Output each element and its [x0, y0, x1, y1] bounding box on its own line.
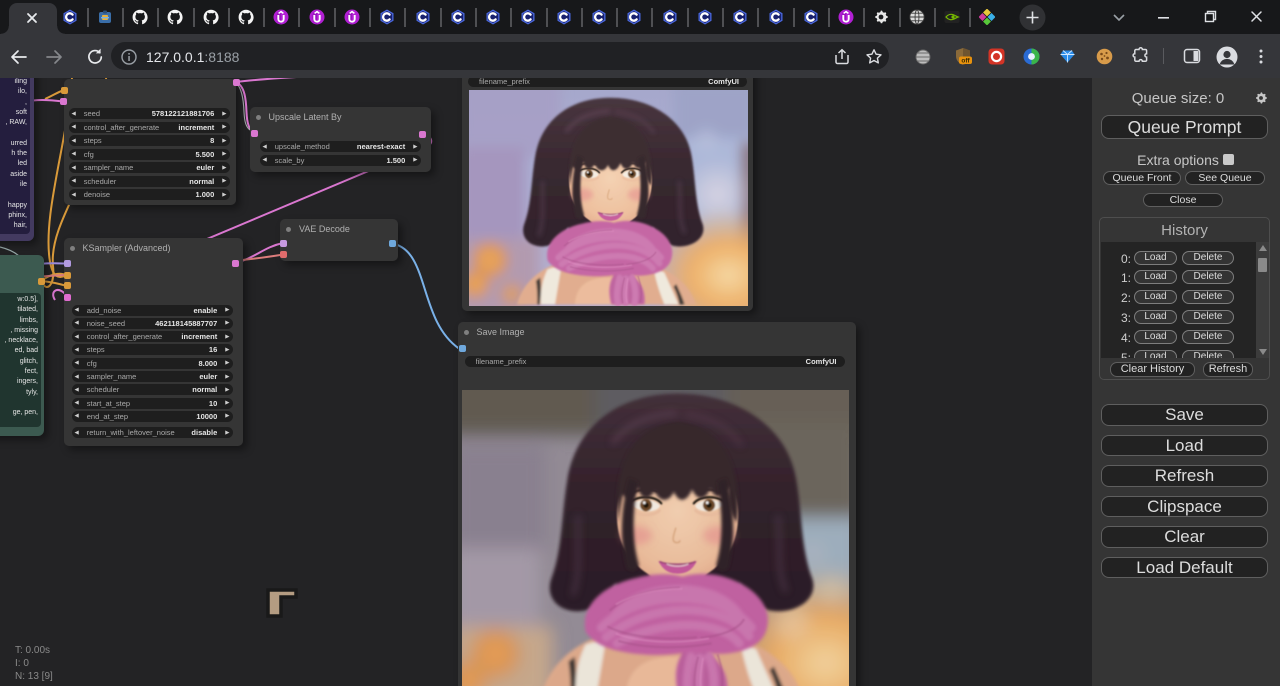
svg-text:off: off	[961, 58, 970, 65]
